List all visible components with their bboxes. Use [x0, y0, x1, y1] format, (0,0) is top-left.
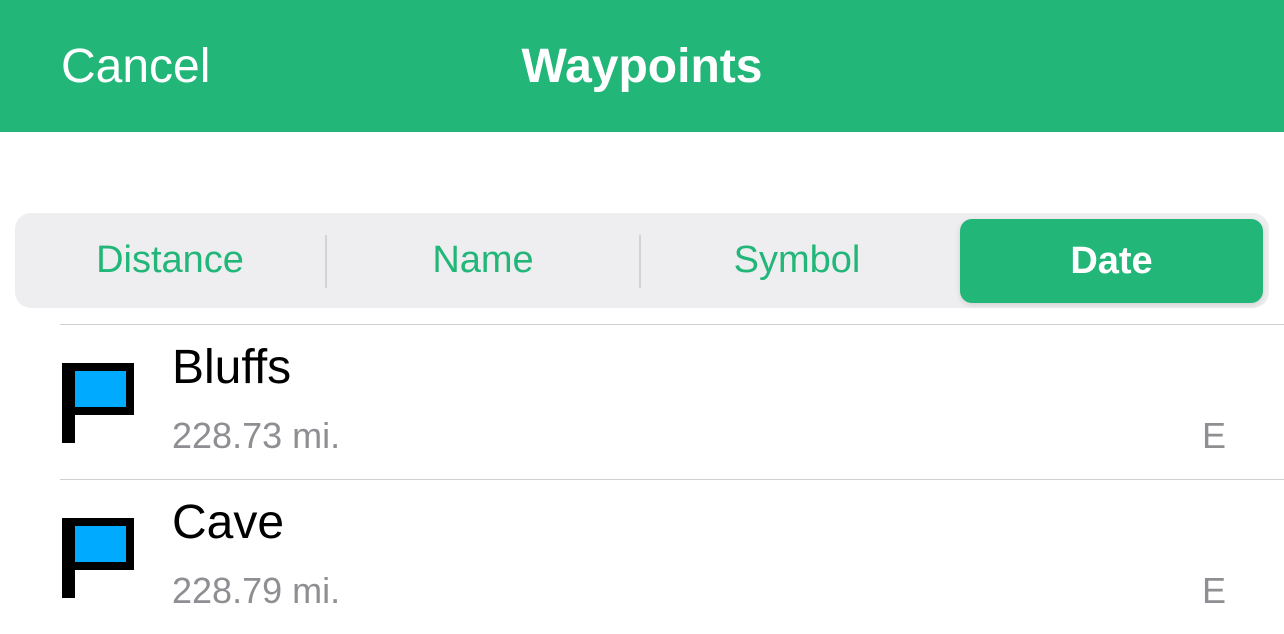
waypoint-list: Bluffs 228.73 mi. E Cave 228.79 mi. E [0, 324, 1284, 634]
list-item[interactable]: Cave 228.79 mi. E [60, 479, 1284, 634]
waypoint-name: Cave [172, 496, 285, 549]
flag-icon [62, 363, 134, 443]
page-title: Waypoints [521, 40, 763, 93]
sort-segmented-control: Distance Name Symbol Date [15, 213, 1269, 308]
navigation-bar: Cancel Waypoints [0, 0, 1284, 132]
sort-segment-name[interactable]: Name [327, 213, 639, 308]
waypoint-distance: 228.73 mi. [172, 415, 341, 456]
waypoint-direction: E [1202, 415, 1227, 456]
sort-segment-symbol[interactable]: Symbol [641, 213, 953, 308]
waypoint-direction: E [1202, 570, 1227, 611]
list-item[interactable]: Bluffs 228.73 mi. E [60, 324, 1284, 479]
sort-segment-distance[interactable]: Distance [15, 213, 325, 308]
flag-icon [62, 518, 134, 598]
sort-segment-date[interactable]: Date [960, 219, 1263, 303]
waypoint-name: Bluffs [172, 341, 292, 394]
waypoint-distance: 228.79 mi. [172, 570, 341, 611]
